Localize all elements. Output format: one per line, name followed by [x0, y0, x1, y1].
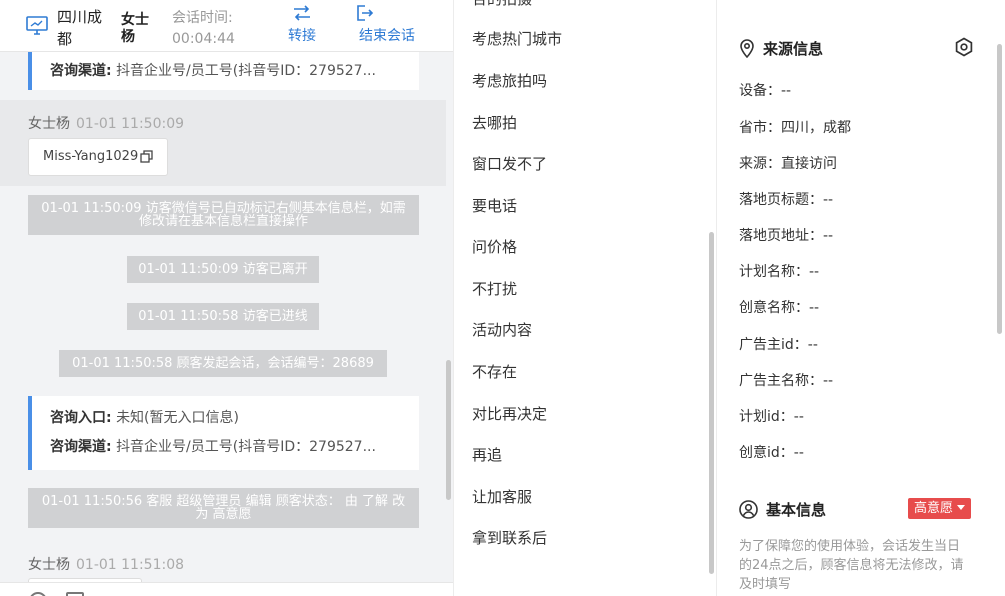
transfer-label: 转接	[288, 28, 316, 44]
field-plan-name: 计划名称：--	[739, 264, 820, 280]
end-session-button[interactable]: 结束会话	[352, 5, 422, 45]
field-landing-title: 落地页标题：--	[739, 192, 834, 208]
quick-reply-item[interactable]: 不打扰	[472, 278, 517, 299]
intent-status-dropdown[interactable]: 高意愿	[908, 498, 972, 519]
chat-header: 四川成都 女士杨 会话时间: 00:04:44 转接 结束会话	[0, 0, 453, 52]
visitor-name: 女士杨	[121, 12, 149, 45]
settings-icon[interactable]	[954, 37, 974, 57]
field-device: 设备：--	[739, 83, 792, 99]
field-province-city: 省市：四川，成都	[739, 120, 851, 136]
quick-reply-item-clipped[interactable]: 合的拍摄	[472, 0, 532, 9]
visitor-meta: 女士杨 01-01 11:51:08	[28, 554, 184, 574]
field-plan-id: 计划id：--	[739, 409, 804, 425]
emoji-icon[interactable]	[29, 592, 47, 596]
entry-value: 未知(暂无入口信息)	[116, 410, 239, 426]
quick-reply-scrollbar[interactable]	[709, 232, 714, 574]
visitor-info-panel: 来源信息 设备：-- 省市：四川，成都 来源：直接访问 落地页标题：-- 落地页…	[717, 0, 1005, 596]
message-time: 01-01 11:51:08	[76, 557, 185, 573]
quick-reply-item[interactable]: 不存在	[472, 361, 517, 382]
quick-reply-item[interactable]: 去哪拍	[472, 112, 517, 133]
channel-label: 咨询渠道:	[50, 63, 112, 79]
chevron-down-icon	[957, 505, 966, 510]
visitor-message: 女士杨 01-01 11:50:09 Miss-Yang1029	[0, 100, 446, 186]
quick-reply-item[interactable]: 考虑热门城市	[472, 28, 562, 49]
quick-reply-item[interactable]: 要电话	[472, 195, 517, 216]
quick-reply-item[interactable]: 活动内容	[472, 319, 532, 340]
exit-icon	[357, 5, 374, 21]
session-time-label: 会话时间:	[172, 10, 233, 26]
quick-reply-item[interactable]: 考虑旅拍吗	[472, 70, 547, 91]
field-landing-url: 落地页地址：--	[739, 228, 834, 244]
image-icon[interactable]	[66, 592, 84, 596]
system-message: 01-01 11:50:09 访客已离开	[127, 256, 319, 283]
edit-notice: 为了保障您的使用体验，会话发生当日的24点之后，顾客信息将无法修改，请及时填写	[739, 539, 964, 592]
wechat-id-text: Miss-Yang1029	[43, 149, 139, 164]
wechat-id-chip[interactable]: Miss-Yang1029	[28, 138, 169, 176]
entry-label: 咨询入口:	[50, 410, 112, 426]
source-info-label: 来源信息	[763, 40, 824, 58]
status-change-message: 01-01 11:50:56 客服 超级管理员 编辑 顾客状态： 由 了解 改为…	[28, 488, 419, 528]
user-circle-icon	[739, 500, 758, 519]
quick-reply-item[interactable]: 对比再决定	[472, 403, 547, 424]
visitor-name: 女士杨	[28, 557, 70, 573]
channel-value: 抖音企业号/员工号(抖音号ID：279527...	[116, 439, 376, 455]
consult-entry-line: 咨询入口: 未知(暂无入口信息)	[50, 408, 419, 428]
field-advertiser-name: 广告主名称：--	[739, 373, 834, 389]
visitor-location: 四川成都	[57, 8, 103, 48]
session-time-value: 00:04:44	[172, 31, 235, 47]
basic-info-title: 基本信息	[739, 499, 826, 520]
basic-info-label: 基本信息	[766, 501, 827, 519]
message-composer	[0, 582, 453, 596]
source-info-title: 来源信息	[739, 38, 823, 59]
field-source: 来源：直接访问	[739, 156, 837, 172]
quick-reply-item[interactable]: 问价格	[472, 236, 517, 257]
transfer-button[interactable]: 转接	[283, 5, 321, 45]
consult-channel-line: 咨询渠道: 抖音企业号/员工号(抖音号ID：279527...	[50, 61, 419, 81]
consult-channel-line: 咨询渠道: 抖音企业号/员工号(抖音号ID：279527...	[50, 437, 419, 457]
intent-status-label: 高意愿	[914, 501, 954, 516]
end-session-label: 结束会话	[359, 28, 415, 44]
system-message: 01-01 11:50:58 顾客发起会话，会话编号：28689	[59, 350, 387, 377]
monitor-icon	[26, 16, 48, 35]
chat-panel: 咨询渠道: 抖音企业号/员工号(抖音号ID：279527... 女士杨 01-01…	[0, 0, 453, 596]
quick-reply-item[interactable]: 窗口发不了	[472, 153, 547, 174]
field-creative-id: 创意id：--	[739, 445, 804, 461]
visitor-name: 女士杨	[28, 116, 70, 132]
message-time: 01-01 11:50:09	[76, 116, 185, 132]
quick-reply-item[interactable]: 再追	[472, 444, 502, 465]
location-pin-icon	[740, 39, 754, 59]
system-message: 01-01 11:50:58 访客已进线	[127, 303, 319, 330]
field-advertiser-id: 广告主id：--	[739, 337, 818, 353]
chat-scrollbar[interactable]	[446, 360, 451, 500]
quick-reply-list[interactable]: 合的拍摄 考虑热门城市 考虑旅拍吗 去哪拍 窗口发不了 要电话 问价格 不打扰 …	[453, 0, 717, 596]
consult-info-card: 咨询渠道: 抖音企业号/员工号(抖音号ID：279527...	[28, 52, 419, 90]
consult-info-card: 咨询入口: 未知(暂无入口信息) 咨询渠道: 抖音企业号/员工号(抖音号ID：2…	[28, 396, 419, 470]
transfer-icon	[294, 5, 310, 21]
channel-label: 咨询渠道:	[50, 439, 112, 455]
chat-message-list[interactable]: 咨询渠道: 抖音企业号/员工号(抖音号ID：279527... 女士杨 01-01…	[0, 52, 453, 588]
quick-reply-item[interactable]: 让加客服	[472, 486, 532, 507]
copy-icon[interactable]	[140, 150, 153, 163]
field-creative-name: 创意名称：--	[739, 300, 820, 316]
system-message: 01-01 11:50:09 访客微信号已自动标记右侧基本信息栏，如需修改请在基…	[28, 195, 419, 235]
visitor-meta: 女士杨 01-01 11:50:09	[28, 113, 184, 133]
channel-value: 抖音企业号/员工号(抖音号ID：279527...	[116, 63, 376, 79]
quick-reply-item[interactable]: 拿到联系后	[472, 527, 547, 548]
info-panel-scrollbar[interactable]	[997, 44, 1002, 334]
